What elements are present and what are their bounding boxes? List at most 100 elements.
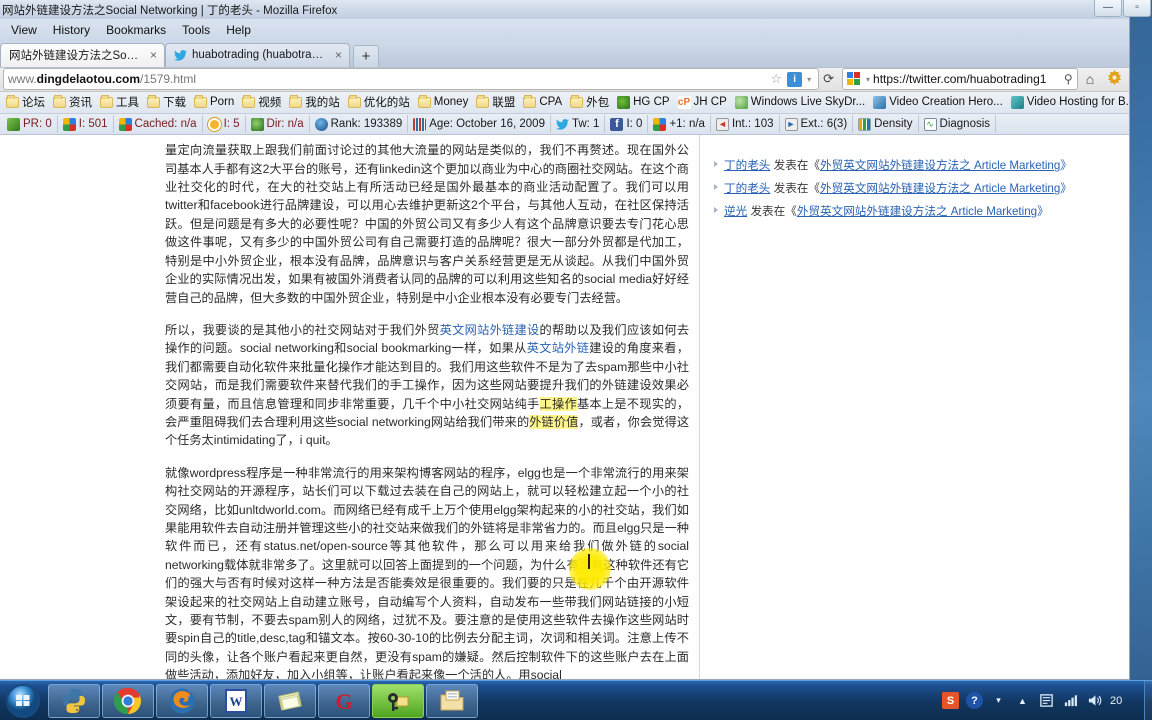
bookmark-label: 联盟	[492, 97, 516, 110]
taskbar-item-firefox[interactable]	[156, 683, 208, 718]
sidebar-comment-item[interactable]: 逆光 发表在《外贸英文网站外链建设方法之 Article Marketing》	[714, 201, 1121, 222]
search-engine-chevron-icon[interactable]: ▾	[863, 75, 873, 84]
sidebar-comment-item[interactable]: 丁的老头 发表在《外贸英文网站外链建设方法之 Article Marketing…	[714, 178, 1121, 199]
taskbar-item-chrome[interactable]	[102, 683, 154, 718]
firefox-window: 网站外链建设方法之Social Networking | 丁的老头 - Mozi…	[0, 0, 1151, 680]
bookmark-gongju[interactable]: 工具	[96, 94, 143, 110]
bookmark-zixun[interactable]: 资讯	[49, 94, 96, 110]
magnifier-icon[interactable]: ⚲	[1064, 72, 1073, 86]
seo-dmoz-dir[interactable]: Dir: n/a	[246, 115, 310, 134]
tab-twitter[interactable]: huabotrading (huabotrading1) on... ×	[165, 42, 350, 67]
url-bar[interactable]: www.dingdelaotou.com/1579.html ☆ i ▾	[3, 68, 820, 91]
tab-close-icon[interactable]: ×	[150, 48, 157, 62]
bookmark-money[interactable]: Money	[414, 94, 473, 108]
search-input[interactable]: https://twitter.com/huabotrading1	[873, 72, 1064, 86]
bookmark-video-creation-hero[interactable]: Video Creation Hero...	[869, 95, 1007, 109]
bookmark-label: 资讯	[69, 97, 92, 110]
comment-post-link[interactable]: 外贸英文网站外链建设方法之 Article Marketing	[820, 159, 1060, 172]
tray-action-center-icon[interactable]	[1038, 692, 1055, 709]
bookmark-hg-cp[interactable]: HG CP	[613, 95, 673, 109]
show-desktop-button[interactable]	[1144, 680, 1152, 720]
bookmarks-toolbar: 论坛 资讯 工具 下载 Porn 视频 我的站 优化的站 Money 联盟 CP…	[0, 91, 1129, 114]
tray-sogou-icon[interactable]: S	[942, 692, 959, 709]
seo-internal-links[interactable]: ◄ Int.: 103	[711, 115, 780, 134]
taskbar-clock[interactable]: 20	[1110, 695, 1136, 707]
minimize-button[interactable]: —	[1094, 0, 1122, 17]
tab-close-icon[interactable]: ×	[335, 48, 342, 62]
chevron-down-icon[interactable]: ▾	[804, 75, 814, 84]
taskbar-item-keytool[interactable]	[372, 683, 424, 718]
tray-overflow-icon[interactable]: ▾	[990, 692, 1007, 709]
bookmark-cpa[interactable]: CPA	[519, 94, 566, 109]
tray-volume-icon[interactable]	[1086, 692, 1103, 709]
diagnosis-chart-icon: ∿	[923, 117, 937, 131]
seo-google-index[interactable]: I: 501	[58, 115, 114, 134]
sidebar-comment-item[interactable]: 丁的老头 发表在《外贸英文网站外链建设方法之 Article Marketing…	[714, 155, 1121, 176]
seo-yahoo-index[interactable]: I: 5	[203, 115, 246, 134]
seo-density[interactable]: Density	[853, 115, 919, 134]
menu-item-bookmarks[interactable]: Bookmarks	[99, 21, 173, 39]
seo-plusone-count[interactable]: +1: n/a	[648, 115, 711, 134]
tab-article[interactable]: 网站外链建设方法之Social ... ×	[0, 42, 165, 67]
identity-info-icon[interactable]: i	[787, 71, 803, 87]
bookmark-jh-cp[interactable]: cP JH CP	[674, 95, 731, 109]
folder-icon	[523, 94, 537, 108]
comment-author-link[interactable]: 丁的老头	[724, 159, 770, 172]
comment-post-link[interactable]: 外贸英文网站外链建设方法之 Article Marketing	[797, 205, 1037, 218]
article-paragraph-2: 所以，我要谈的是其他小的社交网站对于我们外贸英文网站外链建设的帮助以及我们应该如…	[165, 321, 689, 450]
addon-gear-button[interactable]	[1102, 70, 1126, 88]
home-button[interactable]: ⌂	[1078, 71, 1102, 87]
menu-item-tools[interactable]: Tools	[175, 21, 217, 39]
comment-author-link[interactable]: 逆光	[724, 205, 747, 218]
menu-item-view[interactable]: View	[4, 21, 44, 39]
seo-twitter-count[interactable]: Tw: 1	[551, 115, 606, 134]
taskbar-item-word[interactable]: W	[210, 683, 262, 718]
window-titlebar: 网站外链建设方法之Social Networking | 丁的老头 - Mozi…	[0, 0, 1151, 20]
reload-icon[interactable]: ⟳	[819, 71, 838, 87]
sidebar-partial-heading	[714, 135, 1121, 147]
bookmark-luntan[interactable]: 论坛	[2, 94, 49, 110]
inline-link-english-site-backlinks[interactable]: 英文网站外链建设	[440, 323, 540, 337]
maximize-button[interactable]: ▫	[1123, 0, 1151, 17]
bookmark-wodezhan[interactable]: 我的站	[285, 94, 344, 110]
seo-domain-age[interactable]: Age: October 16, 2009	[408, 115, 551, 134]
taskbar-item-g-app[interactable]: G	[318, 683, 370, 718]
tray-help-icon[interactable]: ?	[966, 692, 983, 709]
google-icon[interactable]	[847, 72, 861, 86]
tray-network-icon[interactable]	[1062, 692, 1079, 709]
bookmark-porn[interactable]: Porn	[190, 94, 238, 108]
bookmark-label: 工具	[116, 97, 139, 110]
menu-item-help[interactable]: Help	[219, 21, 258, 39]
bookmark-label: CPA	[539, 96, 563, 109]
comment-post-link[interactable]: 外贸英文网站外链建设方法之 Article Marketing	[820, 182, 1060, 195]
seo-diagnosis[interactable]: ∿ Diagnosis	[919, 115, 997, 134]
new-tab-button[interactable]: +	[353, 44, 379, 67]
inline-link-english-site-outlink[interactable]: 英文站外链	[527, 341, 590, 355]
bookmark-video-hosting[interactable]: Video Hosting for B.	[1007, 95, 1129, 109]
seo-external-links[interactable]: ► Ext.: 6(3)	[780, 115, 854, 134]
bookmark-star-icon[interactable]: ☆	[767, 71, 785, 87]
bookmark-lianmeng[interactable]: 联盟	[472, 94, 519, 110]
taskbar-item-explorer[interactable]	[426, 683, 478, 718]
seo-pagerank[interactable]: PR: 0	[2, 115, 58, 134]
g-app-icon: G	[335, 689, 352, 714]
comment-author-link[interactable]: 丁的老头	[724, 182, 770, 195]
bookmark-shipin[interactable]: 视频	[238, 94, 285, 110]
menu-item-history[interactable]: History	[46, 21, 97, 39]
taskbar-item-python[interactable]	[48, 683, 100, 718]
bookmark-label: Video Creation Hero...	[889, 96, 1003, 109]
tray-show-hidden-icon[interactable]: ▲	[1014, 692, 1031, 709]
seo-google-cached[interactable]: Cached: n/a	[114, 115, 203, 134]
bookmark-waibao[interactable]: 外包	[566, 94, 613, 110]
search-bar[interactable]: ▾ https://twitter.com/huabotrading1 ⚲	[842, 68, 1078, 91]
folder-icon	[242, 94, 256, 108]
google-icon	[62, 117, 76, 131]
bookmark-xiazai[interactable]: 下载	[143, 94, 190, 110]
seo-alexa-rank[interactable]: Rank: 193389	[310, 115, 409, 134]
bookmark-skydrive[interactable]: Windows Live SkyDr...	[731, 95, 869, 109]
seo-facebook-count[interactable]: f I: 0	[605, 115, 649, 134]
start-button[interactable]	[0, 682, 46, 720]
bookmark-youhuadezhan[interactable]: 优化的站	[344, 94, 414, 110]
taskbar-item-notes[interactable]	[264, 683, 316, 718]
python-icon	[63, 688, 85, 713]
